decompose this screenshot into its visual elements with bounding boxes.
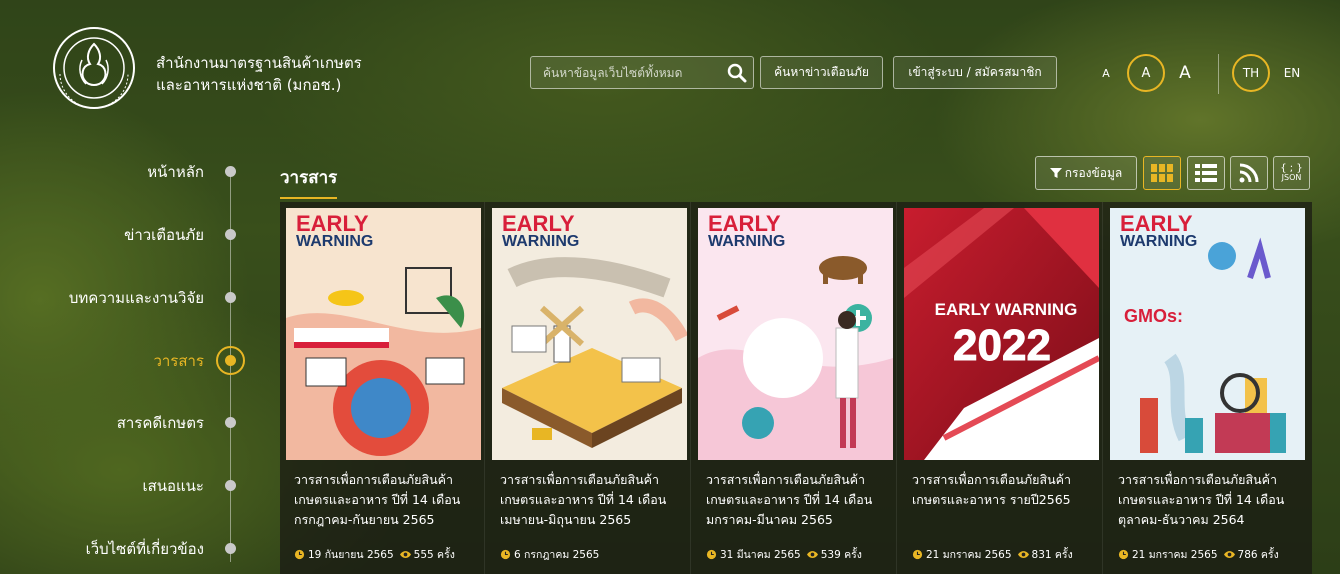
search-icon[interactable] — [727, 63, 747, 83]
journal-title[interactable]: วารสารเพื่อการเตือนภัยสินค้าเกษตรและอาหา… — [294, 470, 476, 530]
grid-icon — [1151, 164, 1173, 182]
journal-meta: 19 กันยายน 2565 555 ครั้ง — [294, 546, 484, 563]
journal-date: 21 มกราคม 2565 — [926, 549, 1012, 561]
cover-year: 2022 — [953, 321, 1052, 370]
journal-meta: 31 มีนาคม 2565 539 ครั้ง — [706, 546, 896, 563]
font-size-large-button[interactable]: A — [1172, 54, 1198, 92]
sidebar-dot — [225, 166, 236, 177]
journal-card[interactable]: EARLY WARNING 2022 วารสารเพื่อการเตือนภั… — [898, 202, 1103, 574]
journal-meta: 21 มกราคม 2565 831 ครั้ง — [912, 546, 1102, 563]
sidebar-dot — [225, 229, 236, 240]
cover-title-warning: WARNING — [502, 233, 580, 250]
font-size-small-button[interactable]: A — [1096, 54, 1116, 92]
cover-title-early-warning: EARLY WARNING — [934, 300, 1078, 319]
json-label: JSON — [1281, 173, 1302, 182]
sidebar-dot — [225, 543, 236, 554]
rss-button[interactable] — [1230, 156, 1268, 190]
language-th-button[interactable]: TH — [1232, 54, 1270, 92]
json-button[interactable]: { ; } JSON — [1273, 156, 1310, 190]
journal-title[interactable]: วารสารเพื่อการเตือนภัยสินค้าเกษตรและอาหา… — [912, 470, 1094, 510]
list-view-button[interactable] — [1187, 156, 1225, 190]
journal-date: 21 มกราคม 2565 — [1132, 549, 1218, 561]
journal-card[interactable]: EARLY WARNING GMOs: วารสารเพื่อการเตือนภ… — [1104, 202, 1309, 574]
clock-icon — [500, 549, 511, 560]
cover-title-early: EARLY — [1120, 211, 1193, 236]
eye-icon — [1223, 551, 1235, 558]
journal-title[interactable]: วารสารเพื่อการเตือนภัยสินค้าเกษตรและอาหา… — [706, 470, 888, 530]
alert-search-button[interactable]: ค้นหาข่าวเตือนภัย — [760, 56, 883, 89]
sidebar-item-suggestions[interactable]: เสนอแนะ — [142, 474, 204, 498]
cover-title-early: EARLY — [708, 211, 781, 236]
search-input[interactable] — [531, 57, 721, 88]
cover-headline: GMOs: — [1124, 306, 1184, 326]
sidebar-dot — [225, 480, 236, 491]
filter-label: กรองข้อมูล — [1064, 165, 1123, 180]
eye-icon — [1017, 551, 1029, 558]
cover-heading: EARLY WARNING — [708, 211, 786, 250]
site-search — [530, 56, 754, 89]
journal-card[interactable]: EARLY WARNING วารสารเพื่อการเตือนภัยสินค… — [692, 202, 897, 574]
org-name-line1: สำนักงานมาตรฐานสินค้าเกษตร — [156, 54, 362, 72]
sidebar-dot — [225, 417, 236, 428]
language-en-button[interactable]: EN — [1278, 54, 1306, 92]
journal-views: 786 ครั้ง — [1237, 549, 1279, 561]
eye-icon — [806, 551, 818, 558]
json-icon: { ; } — [1280, 163, 1303, 174]
cover-title-warning: WARNING — [708, 233, 786, 250]
font-size-medium-button[interactable]: A — [1127, 54, 1165, 92]
clock-icon — [1118, 549, 1129, 560]
sidebar-item-alerts[interactable]: ข่าวเตือนภัย — [124, 223, 204, 247]
journal-views: 831 ครั้ง — [1031, 549, 1073, 561]
cover-title-warning: WARNING — [1120, 233, 1198, 250]
clock-icon — [294, 549, 305, 560]
acfs-logo-icon[interactable] — [52, 24, 136, 114]
journal-date: 19 กันยายน 2565 — [308, 549, 394, 561]
grid-view-button[interactable] — [1143, 156, 1181, 190]
sidebar-item-documentaries[interactable]: สารคดีเกษตร — [117, 411, 204, 435]
sidebar-item-home[interactable]: หน้าหลัก — [147, 160, 204, 184]
sidebar-item-journals[interactable]: วารสาร — [153, 349, 204, 373]
journal-grid: EARLY WARNING วารสารเพื่อการเตือนภัยสินค… — [280, 202, 1312, 574]
clock-icon — [912, 549, 923, 560]
eye-icon — [399, 551, 411, 558]
header-divider — [1218, 54, 1219, 94]
journal-views: 555 ครั้ง — [413, 549, 455, 561]
cover-heading: EARLY WARNING — [1120, 211, 1198, 250]
sidebar-nav: หน้าหลัก ข่าวเตือนภัย บทความและงานวิจัย … — [0, 150, 260, 574]
journal-title[interactable]: วารสารเพื่อการเตือนภัยสินค้าเกษตรและอาหา… — [1118, 470, 1300, 530]
login-register-button[interactable]: เข้าสู่ระบบ / สมัครสมาชิก — [893, 56, 1057, 89]
journal-meta: 21 มกราคม 2565 786 ครั้ง — [1118, 546, 1308, 563]
cover-heading: EARLY WARNING — [296, 211, 374, 250]
journal-views: 539 ครั้ง — [820, 549, 862, 561]
journal-date: 31 มีนาคม 2565 — [720, 549, 801, 561]
journal-meta: 6 กรกฎาคม 2565 — [500, 546, 690, 563]
filter-button[interactable]: กรองข้อมูล — [1035, 156, 1137, 190]
rss-icon — [1239, 163, 1259, 183]
journal-card[interactable]: EARLY WARNING วารสารเพื่อการเตือนภัยสินค… — [280, 202, 485, 574]
sidebar-active-dot — [225, 355, 236, 366]
list-icon — [1195, 164, 1217, 182]
journal-card[interactable]: EARLY WARNING วารสารเพื่อการเตือนภัยสินค… — [486, 202, 691, 574]
journal-title[interactable]: วารสารเพื่อการเตือนภัยสินค้าเกษตรและอาหา… — [500, 470, 682, 530]
site-header: สำนักงานมาตรฐานสินค้าเกษตร และอาหารแห่งช… — [0, 0, 1340, 130]
journal-date: 6 กรกฎาคม 2565 — [514, 549, 600, 561]
clock-icon — [706, 549, 717, 560]
cover-title-early: EARLY — [296, 211, 369, 236]
section-title: วารสาร — [280, 164, 338, 199]
sidebar-dot — [225, 292, 236, 303]
sidebar-item-articles[interactable]: บทความและงานวิจัย — [69, 286, 204, 310]
cover-title-early: EARLY — [502, 211, 575, 236]
cover-title-warning: WARNING — [296, 233, 374, 250]
sidebar-item-related-sites[interactable]: เว็บไซต์ที่เกี่ยวข้อง — [86, 537, 204, 561]
organization-name[interactable]: สำนักงานมาตรฐานสินค้าเกษตร และอาหารแห่งช… — [156, 52, 362, 96]
filter-icon — [1049, 168, 1062, 178]
org-name-line2: และอาหารแห่งชาติ (มกอช.) — [156, 76, 342, 94]
cover-heading: EARLY WARNING — [502, 211, 580, 250]
